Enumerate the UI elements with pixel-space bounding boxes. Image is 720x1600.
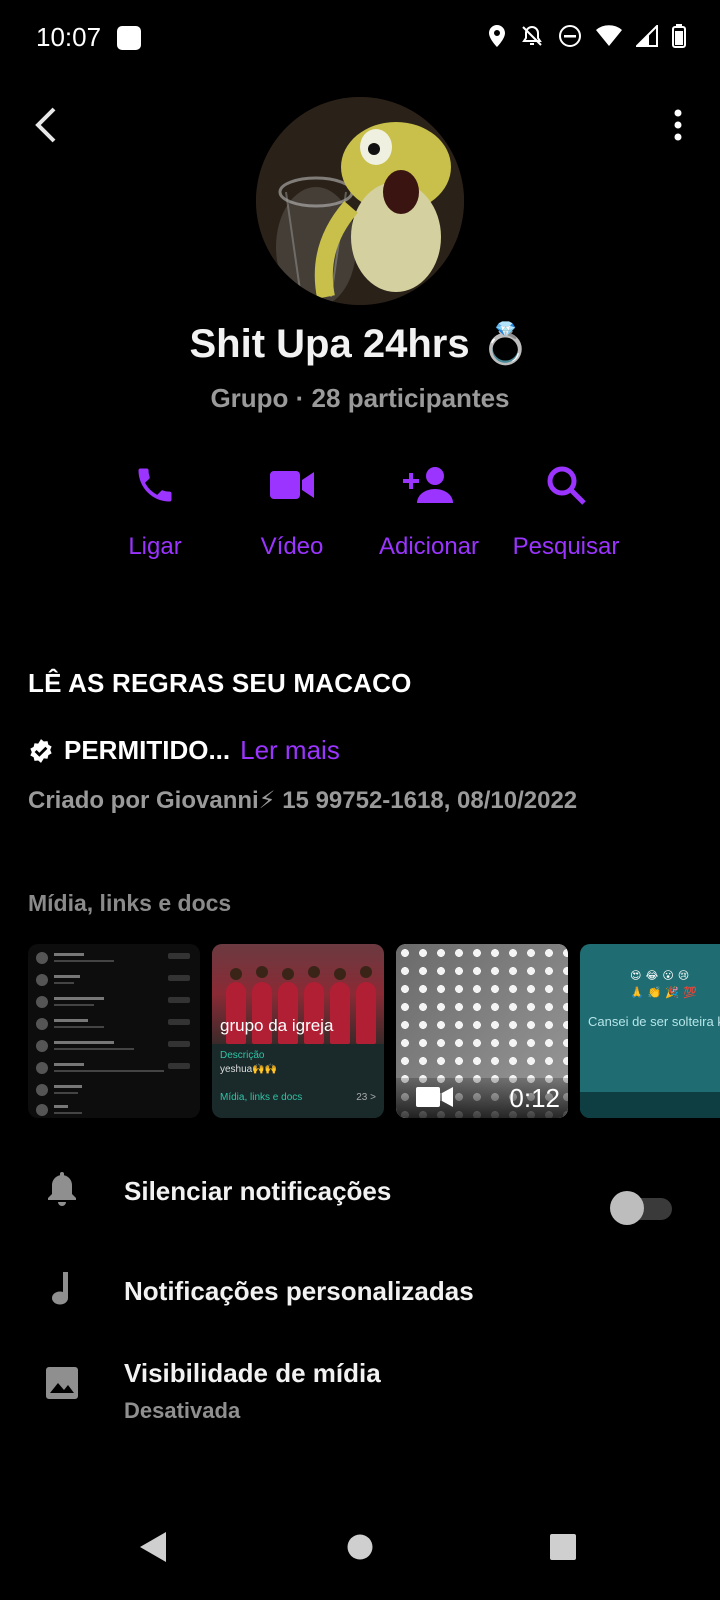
nav-back-icon[interactable] (138, 1530, 168, 1564)
more-options-button[interactable] (658, 100, 698, 150)
status-icons (488, 24, 686, 48)
video-camera-icon (416, 1087, 453, 1107)
bell-off-icon (522, 25, 542, 46)
thumb-desc-label: Descrição (220, 1050, 265, 1061)
description-preview: PERMITIDO... (64, 735, 231, 765)
thumb-emoji-row: 😍😂😮😢 🙏👏🎉💯 (630, 970, 701, 999)
media-thumb-status[interactable]: 😍😂😮😢 🙏👏🎉💯 Cansei de ser solteira k (580, 944, 720, 1118)
nav-home-icon[interactable] (347, 1534, 373, 1560)
video-duration: 0:12 (509, 1083, 560, 1113)
search-label: Pesquisar (512, 533, 620, 560)
location-icon (489, 25, 505, 47)
action-bar: Ligar Vídeo Adicionar Pesquisar (85, 455, 645, 565)
add-label: Adicionar (378, 533, 480, 560)
add-participant-button[interactable]: Adicionar (359, 455, 499, 561)
description-body[interactable]: PERMITIDO... Ler mais (28, 735, 340, 766)
media-visibility-row[interactable]: Visibilidade de mídia Desativada (0, 1356, 720, 1456)
system-nav-bar (0, 1500, 720, 1600)
call-button[interactable]: Ligar (85, 455, 225, 561)
media-thumbnails: grupo da igreja Descrição yeshua🙌🙌 Mídia… (28, 944, 720, 1118)
music-note-icon (52, 1272, 68, 1305)
avatar-photo (256, 97, 464, 305)
video-camera-icon (270, 471, 314, 499)
video-button[interactable]: Vídeo (222, 455, 362, 561)
media-thumb-screenshot[interactable] (28, 944, 200, 1118)
group-name: Shit Upa 24hrs 💍 (189, 322, 531, 366)
add-person-icon (403, 467, 453, 503)
thumb-desc-value: yeshua🙌🙌 (220, 1064, 278, 1075)
media-section-title[interactable]: Mídia, links e docs (28, 890, 231, 917)
signal-icon (636, 25, 658, 47)
group-avatar[interactable] (256, 97, 464, 305)
mute-notifications-toggle[interactable] (610, 1191, 672, 1225)
created-by-text: Criado por Giovanni⚡ 15 99752-1618, 08/1… (28, 787, 578, 814)
bell-icon (48, 1172, 76, 1206)
thumb-media-count: 23 > (356, 1092, 376, 1103)
mute-notifications-label: Silenciar notificações (124, 1176, 392, 1206)
more-vert-icon (674, 109, 682, 141)
nav-recents-icon[interactable] (550, 1534, 576, 1560)
status-bar: 10:07 (0, 0, 720, 78)
media-thumb-church-group[interactable]: grupo da igreja Descrição yeshua🙌🙌 Mídia… (212, 944, 384, 1118)
group-subtitle: Grupo · 28 participantes (210, 383, 510, 413)
description-title: LÊ AS REGRAS SEU MACACO (28, 668, 412, 698)
verified-check-icon (30, 738, 52, 763)
media-thumb-video[interactable]: 0:12 (396, 944, 568, 1118)
read-more-link[interactable]: Ler mais (240, 735, 340, 766)
custom-notifications-row[interactable]: Notificações personalizadas (0, 1260, 720, 1340)
thumb-media-label: Mídia, links e docs (220, 1092, 303, 1103)
status-time: 10:07 (36, 22, 102, 52)
image-icon (46, 1367, 78, 1399)
search-button[interactable]: Pesquisar (496, 455, 636, 561)
do-not-disturb-icon (559, 25, 581, 47)
app-notification-icon (117, 26, 141, 50)
chevron-left-icon (35, 107, 56, 143)
back-button[interactable] (20, 100, 70, 150)
custom-notifications-label: Notificações personalizadas (124, 1276, 474, 1306)
call-label: Ligar (128, 533, 182, 560)
search-icon (547, 466, 586, 505)
video-label: Vídeo (260, 533, 324, 560)
battery-icon (672, 24, 686, 48)
thumb-status-text: Cansei de ser solteira k (588, 1014, 720, 1029)
media-visibility-value: Desativada (124, 1398, 241, 1423)
phone-icon (138, 468, 172, 502)
wifi-icon (596, 25, 622, 46)
thumb-caption: grupo da igreja (220, 1016, 334, 1035)
media-visibility-label: Visibilidade de mídia (124, 1358, 381, 1388)
